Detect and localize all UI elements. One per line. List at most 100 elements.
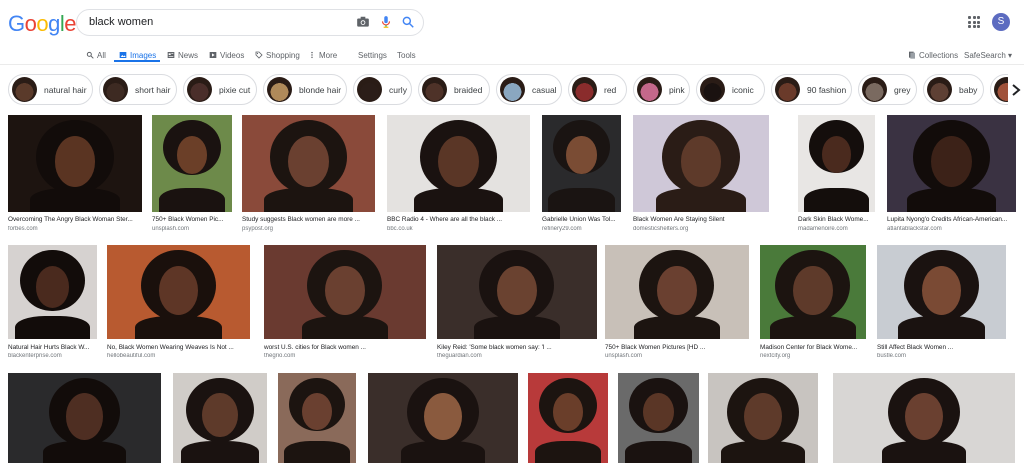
tab-more-label: More xyxy=(319,50,338,60)
chip-thumbnail xyxy=(572,77,597,102)
tab-videos[interactable]: Videos xyxy=(209,48,244,62)
chip-baby[interactable]: baby xyxy=(923,74,984,105)
result-title[interactable]: Madison Center for Black Wome... xyxy=(760,344,866,351)
photo-face xyxy=(288,136,329,188)
photo-shoulders xyxy=(548,187,615,212)
tab-tools-label: Tools xyxy=(397,50,416,60)
photo-shoulders xyxy=(413,187,504,212)
google-logo[interactable]: Google xyxy=(8,11,77,37)
result-title[interactable]: No, Black Women Wearing Weaves Is Not ..… xyxy=(107,344,250,351)
chip-curly[interactable]: curly xyxy=(353,74,412,105)
result-source: unsplash.com xyxy=(152,226,190,232)
result-thumbnail[interactable] xyxy=(887,115,1016,212)
chip-thumbnail xyxy=(700,77,725,102)
chip-thumbnail xyxy=(12,77,37,102)
photo-shoulders xyxy=(284,440,350,463)
result-thumbnail[interactable] xyxy=(437,245,597,339)
photo-face xyxy=(497,265,537,316)
result-thumbnail[interactable] xyxy=(633,115,769,212)
result-title[interactable]: Black Women Are Staying Silent xyxy=(633,216,769,223)
result-title[interactable]: 750+ Black Women Pictures [HD ... xyxy=(605,344,749,351)
search-icon[interactable] xyxy=(401,15,415,29)
tab-news[interactable]: News xyxy=(167,48,198,62)
chip-blonde-hair[interactable]: blonde hair xyxy=(263,74,347,105)
chip-label: pink xyxy=(669,84,685,95)
chip-label: 90 fashion xyxy=(807,84,847,95)
search-input[interactable]: black women xyxy=(89,16,153,28)
photo-face xyxy=(438,136,479,188)
photo-shoulders xyxy=(263,187,354,212)
result-title[interactable]: worst U.S. cities for Black women ... xyxy=(264,344,426,351)
result-title[interactable]: Study suggests Black women are more ... xyxy=(242,216,375,223)
tab-settings[interactable]: Settings xyxy=(358,48,387,62)
result-thumbnail[interactable] xyxy=(173,373,267,463)
result-thumbnail[interactable] xyxy=(760,245,866,339)
result-thumbnail[interactable] xyxy=(708,373,818,463)
result-thumbnail[interactable] xyxy=(152,115,232,212)
result-thumbnail[interactable] xyxy=(618,373,699,463)
photo-face xyxy=(35,265,70,308)
chip-red[interactable]: red xyxy=(568,74,627,105)
search-box[interactable]: black women xyxy=(76,9,424,36)
result-thumbnail[interactable] xyxy=(107,245,250,339)
result-thumbnail[interactable] xyxy=(8,245,97,339)
result-title[interactable]: Natural Hair Hurts Black W... xyxy=(8,344,97,351)
result-thumbnail[interactable] xyxy=(242,115,375,212)
result-title[interactable]: Lupita Nyong'o Credits African-American.… xyxy=(887,216,1016,223)
result-title[interactable]: Kiley Reid: 'Some black women say: 'I ..… xyxy=(437,344,597,351)
related-search-chips: natural hair short hair pixie cut blonde ha… xyxy=(8,74,1024,106)
apps-grid-icon[interactable] xyxy=(968,16,980,28)
chip-iconic[interactable]: iconic xyxy=(696,74,765,105)
result-thumbnail[interactable] xyxy=(798,115,875,212)
camera-icon[interactable] xyxy=(356,15,370,29)
result-title[interactable]: Gabrielle Union Was Tol... xyxy=(542,216,621,223)
chip-natural-hair[interactable]: natural hair xyxy=(8,74,93,105)
result-thumbnail[interactable] xyxy=(8,373,161,463)
result-thumbnail[interactable] xyxy=(368,373,518,463)
tab-shopping[interactable]: Shopping xyxy=(255,48,300,62)
chip-90-fashion[interactable]: 90 fashion xyxy=(771,74,852,105)
photo-shoulders xyxy=(804,187,869,212)
result-thumbnail[interactable] xyxy=(605,245,749,339)
photo-face xyxy=(566,136,597,174)
tab-more[interactable]: More xyxy=(308,48,337,62)
account-avatar[interactable]: S xyxy=(992,13,1010,31)
result-thumbnail[interactable] xyxy=(8,115,142,212)
chip-short-hair[interactable]: short hair xyxy=(99,74,177,105)
result-thumbnail[interactable] xyxy=(542,115,621,212)
chip-pixie-cut[interactable]: pixie cut xyxy=(183,74,257,105)
result-title[interactable]: BBC Radio 4 - Where are all the black ..… xyxy=(387,216,530,223)
chip-pink[interactable]: pink xyxy=(633,74,690,105)
result-thumbnail[interactable] xyxy=(278,373,356,463)
tab-all[interactable]: All xyxy=(86,48,106,62)
chip-label: red xyxy=(604,84,617,95)
tab-tools[interactable]: Tools xyxy=(397,48,416,62)
result-thumbnail[interactable] xyxy=(528,373,608,463)
result-title[interactable]: 750+ Black Women Pic... xyxy=(152,216,232,223)
collections-link[interactable]: Collections xyxy=(908,48,958,62)
chip-label: grey xyxy=(894,84,911,95)
photo-shoulders xyxy=(882,440,966,463)
result-title[interactable]: Overcoming The Angry Black Woman Ster... xyxy=(8,216,142,223)
photo-face xyxy=(921,265,962,316)
chip-braided[interactable]: braided xyxy=(418,74,490,105)
result-thumbnail[interactable] xyxy=(264,245,426,339)
result-source: blackenterprise.com xyxy=(8,353,62,359)
logo-letter: e xyxy=(64,11,77,36)
photo-face xyxy=(657,265,697,316)
safesearch-menu[interactable]: SafeSearch ▾ xyxy=(964,48,1012,62)
result-thumbnail[interactable] xyxy=(833,373,1015,463)
result-thumbnail[interactable] xyxy=(877,245,1006,339)
microphone-icon[interactable] xyxy=(379,15,393,29)
photo-shoulders xyxy=(624,440,693,463)
chips-next-button[interactable] xyxy=(1008,74,1024,105)
result-title[interactable]: Dark Skin Black Wome... xyxy=(798,216,875,223)
chip-casual[interactable]: casual xyxy=(496,74,562,105)
photo-shoulders xyxy=(473,315,561,339)
result-title[interactable]: Still Affect Black Women ... xyxy=(877,344,1006,351)
result-thumbnail[interactable] xyxy=(387,115,530,212)
photo-face xyxy=(325,265,365,316)
video-icon xyxy=(209,52,217,58)
chip-grey[interactable]: grey xyxy=(858,74,917,105)
tab-all-label: All xyxy=(97,50,106,60)
